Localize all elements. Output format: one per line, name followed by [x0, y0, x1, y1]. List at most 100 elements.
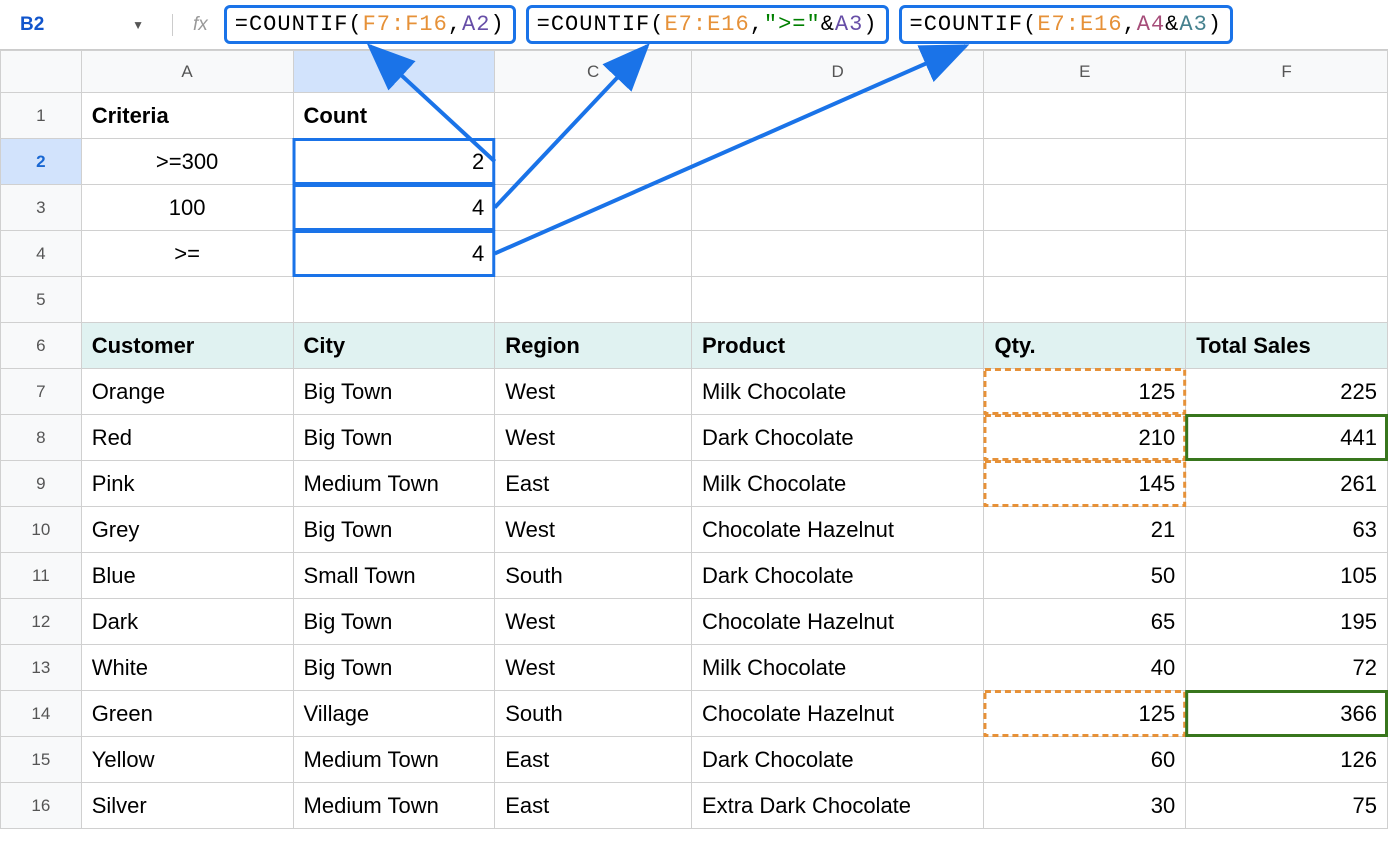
cell[interactable]: East	[495, 461, 692, 507]
cell[interactable]: Chocolate Hazelnut	[691, 599, 984, 645]
cell[interactable]: Yellow	[81, 737, 293, 783]
cell[interactable]	[984, 93, 1186, 139]
cell[interactable]	[691, 231, 984, 277]
cell[interactable]	[495, 277, 692, 323]
cell[interactable]: Qty.	[984, 323, 1186, 369]
row-header[interactable]: 9	[1, 461, 82, 507]
cell[interactable]: Dark	[81, 599, 293, 645]
col-header-C[interactable]: C	[495, 51, 692, 93]
cell[interactable]	[1186, 139, 1388, 185]
cell[interactable]	[1186, 231, 1388, 277]
row-header[interactable]: 3	[1, 185, 82, 231]
cell[interactable]: Grey	[81, 507, 293, 553]
spreadsheet-grid[interactable]: A B C D E F 1 Criteria Count 2 >=300 2	[0, 50, 1388, 829]
row-header[interactable]: 15	[1, 737, 82, 783]
cell[interactable]: Customer	[81, 323, 293, 369]
cell-B3[interactable]: 4	[293, 185, 495, 231]
cell[interactable]: 30	[984, 783, 1186, 829]
cell-B2[interactable]: 2	[293, 139, 495, 185]
cell[interactable]: 100	[81, 185, 293, 231]
cell[interactable]: West	[495, 507, 692, 553]
cell[interactable]: White	[81, 645, 293, 691]
cell[interactable]	[691, 93, 984, 139]
cell[interactable]: Dark Chocolate	[691, 415, 984, 461]
cell[interactable]: Orange	[81, 369, 293, 415]
cell[interactable]: 40	[984, 645, 1186, 691]
cell[interactable]	[495, 139, 692, 185]
row-header[interactable]: 14	[1, 691, 82, 737]
cell[interactable]: Extra Dark Chocolate	[691, 783, 984, 829]
cell[interactable]: Red	[81, 415, 293, 461]
cell[interactable]	[495, 231, 692, 277]
cell[interactable]: 225	[1186, 369, 1388, 415]
cell-E8[interactable]: 210	[984, 415, 1186, 461]
cell-F14[interactable]: 366	[1186, 691, 1388, 737]
cell[interactable]	[293, 277, 495, 323]
name-box[interactable]: B2 ▼	[12, 10, 152, 40]
cell[interactable]: Small Town	[293, 553, 495, 599]
cell[interactable]: West	[495, 599, 692, 645]
row-header[interactable]: 10	[1, 507, 82, 553]
cell[interactable]: Big Town	[293, 599, 495, 645]
row-header[interactable]: 11	[1, 553, 82, 599]
row-header[interactable]: 6	[1, 323, 82, 369]
cell[interactable]: West	[495, 369, 692, 415]
cell-B4[interactable]: 4	[293, 231, 495, 277]
cell[interactable]: Medium Town	[293, 737, 495, 783]
row-header[interactable]: 7	[1, 369, 82, 415]
cell[interactable]	[984, 277, 1186, 323]
cell[interactable]: City	[293, 323, 495, 369]
col-header-A[interactable]: A	[81, 51, 293, 93]
row-header[interactable]: 16	[1, 783, 82, 829]
cell[interactable]	[1186, 277, 1388, 323]
cell[interactable]: Milk Chocolate	[691, 461, 984, 507]
cell[interactable]: 126	[1186, 737, 1388, 783]
cell[interactable]: South	[495, 691, 692, 737]
cell[interactable]: 63	[1186, 507, 1388, 553]
cell[interactable]	[1186, 185, 1388, 231]
cell[interactable]	[984, 139, 1186, 185]
col-header-B[interactable]: B	[293, 51, 495, 93]
row-header[interactable]: 5	[1, 277, 82, 323]
cell[interactable]: Green	[81, 691, 293, 737]
cell[interactable]: South	[495, 553, 692, 599]
cell[interactable]: 60	[984, 737, 1186, 783]
cell[interactable]: Big Town	[293, 369, 495, 415]
cell[interactable]	[81, 277, 293, 323]
cell[interactable]: 21	[984, 507, 1186, 553]
cell[interactable]	[984, 185, 1186, 231]
cell[interactable]: Dark Chocolate	[691, 737, 984, 783]
cell[interactable]: Medium Town	[293, 783, 495, 829]
cell[interactable]: 195	[1186, 599, 1388, 645]
cell[interactable]: East	[495, 737, 692, 783]
row-header[interactable]: 12	[1, 599, 82, 645]
row-header[interactable]: 4	[1, 231, 82, 277]
cell[interactable]: Pink	[81, 461, 293, 507]
cell[interactable]: Milk Chocolate	[691, 369, 984, 415]
cell-F8[interactable]: 441	[1186, 415, 1388, 461]
row-header[interactable]: 8	[1, 415, 82, 461]
cell[interactable]: Village	[293, 691, 495, 737]
cell[interactable]: Milk Chocolate	[691, 645, 984, 691]
cell[interactable]: Dark Chocolate	[691, 553, 984, 599]
cell[interactable]: >=	[81, 231, 293, 277]
cell[interactable]: Chocolate Hazelnut	[691, 691, 984, 737]
cell[interactable]: Region	[495, 323, 692, 369]
cell[interactable]	[1186, 93, 1388, 139]
cell[interactable]: Big Town	[293, 415, 495, 461]
cell[interactable]	[495, 185, 692, 231]
cell[interactable]	[984, 231, 1186, 277]
cell[interactable]: 65	[984, 599, 1186, 645]
cell[interactable]: 261	[1186, 461, 1388, 507]
col-header-E[interactable]: E	[984, 51, 1186, 93]
cell[interactable]: East	[495, 783, 692, 829]
cell[interactable]: Count	[293, 93, 495, 139]
cell[interactable]: Big Town	[293, 645, 495, 691]
cell[interactable]: Blue	[81, 553, 293, 599]
cell[interactable]: Product	[691, 323, 984, 369]
cell-E7[interactable]: 125	[984, 369, 1186, 415]
cell-E9[interactable]: 145	[984, 461, 1186, 507]
cell[interactable]: Total Sales	[1186, 323, 1388, 369]
cell[interactable]: 50	[984, 553, 1186, 599]
cell-E14[interactable]: 125	[984, 691, 1186, 737]
